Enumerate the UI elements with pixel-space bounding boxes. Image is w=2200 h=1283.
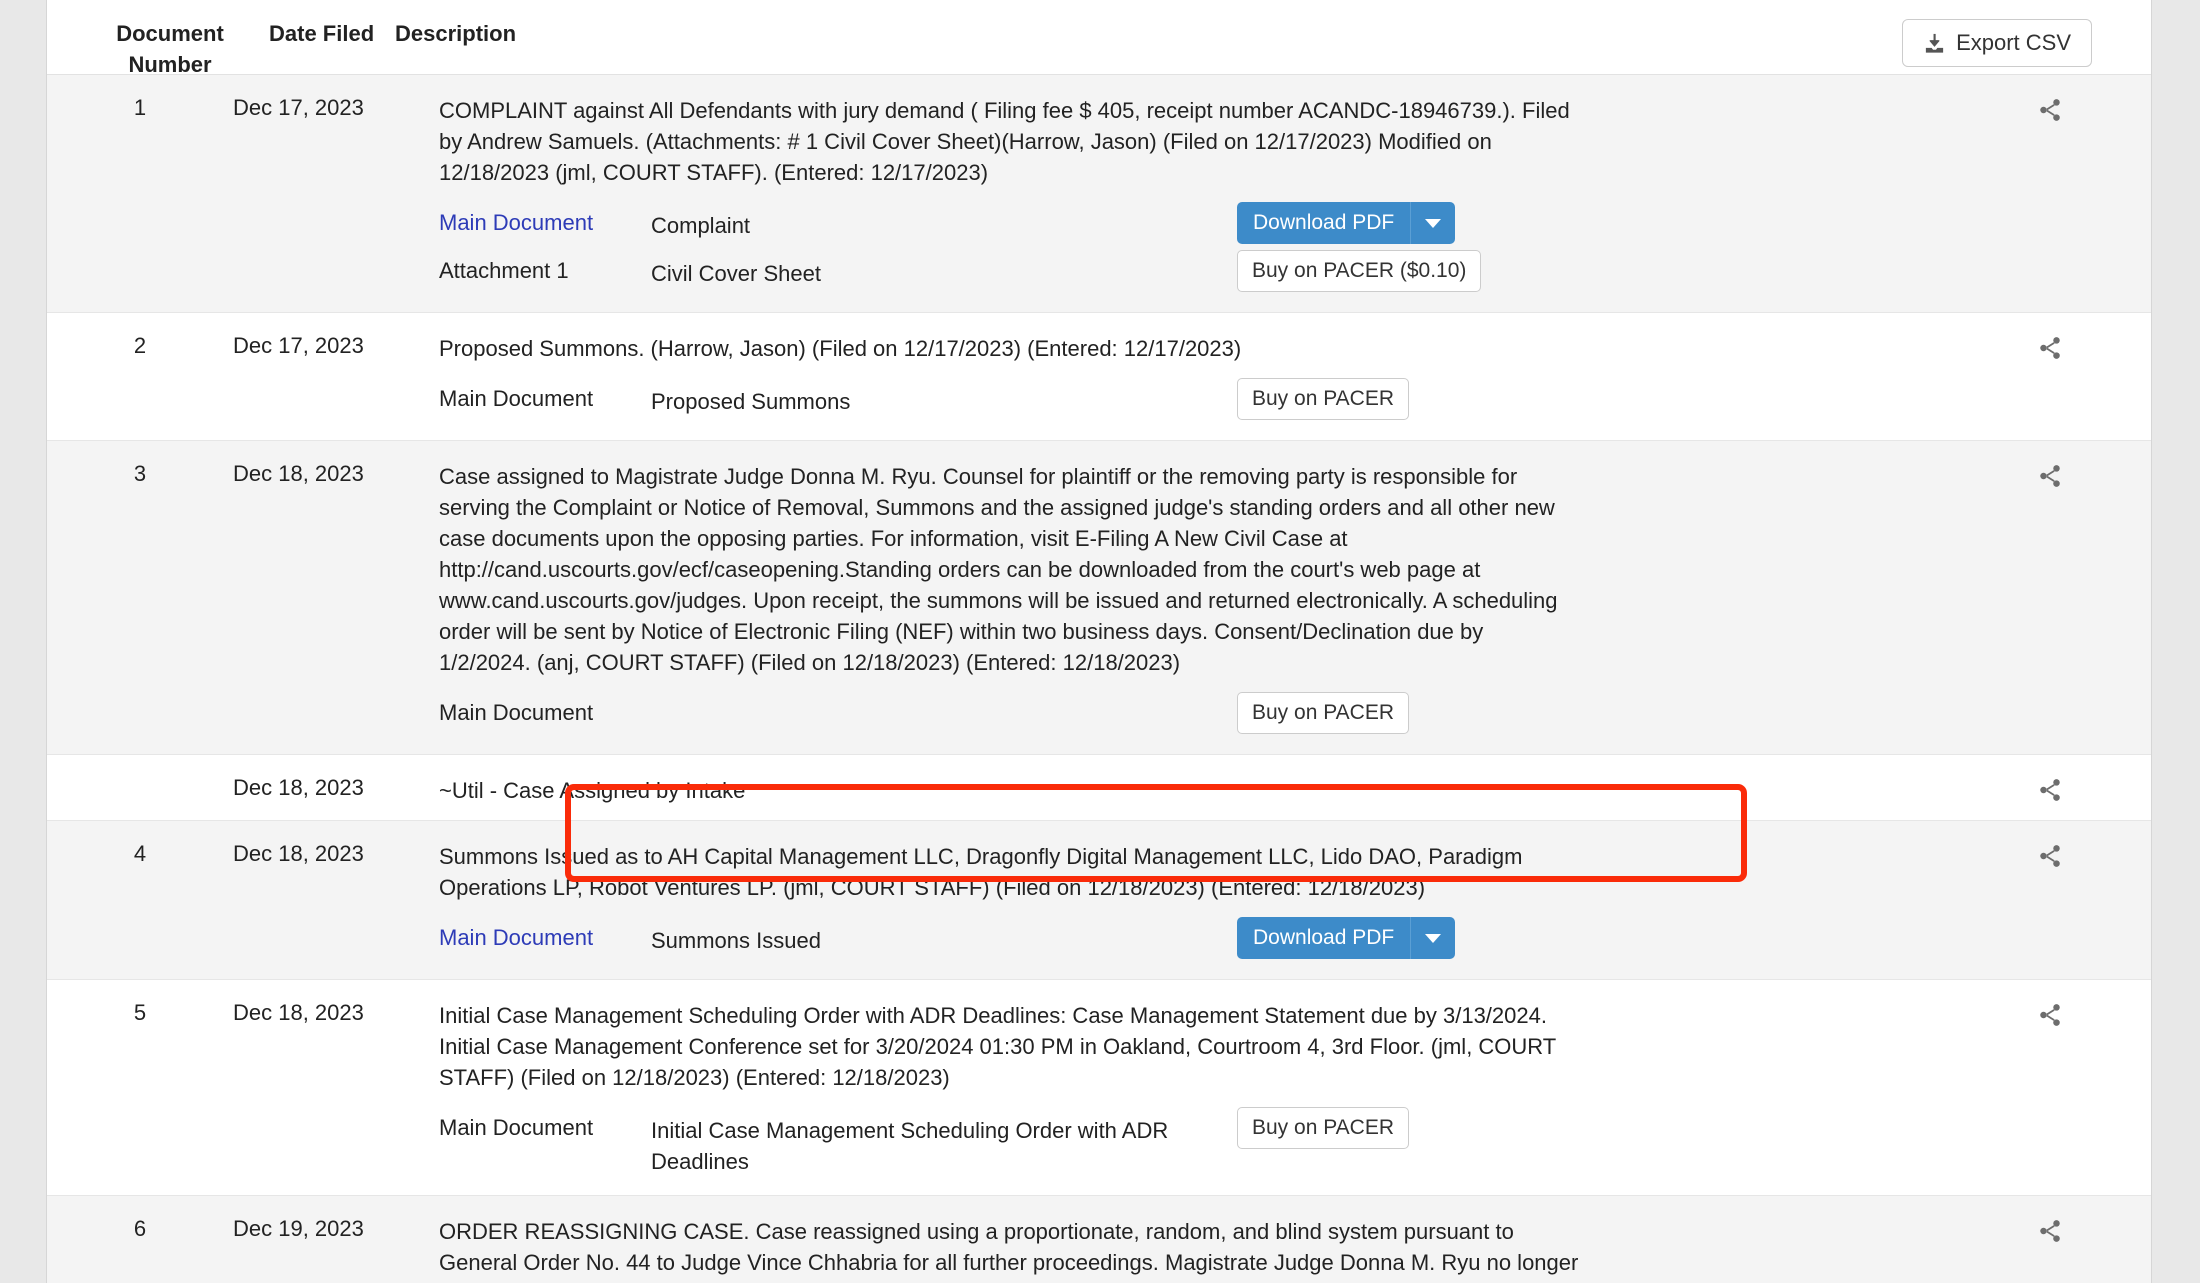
cell-document-number	[47, 755, 233, 820]
document-description-label: Initial Case Management Scheduling Order…	[651, 1118, 1169, 1174]
document-action-cell: Buy on PACER ($0.10)	[1231, 250, 1491, 292]
document-list: Main Document Initial Case Management Sch…	[439, 1107, 2037, 1177]
document-action-cell: Download PDF	[1231, 202, 1491, 244]
share-icon[interactable]	[2037, 779, 2063, 807]
table-row: 1 Dec 17, 2023 COMPLAINT against All Defen…	[47, 75, 2151, 313]
share-cell	[2037, 755, 2151, 820]
cell-date-filed: Dec 17, 2023	[233, 95, 364, 120]
cell-description: ~Util - Case Assigned by Intake	[439, 755, 2037, 820]
buy-on-pacer-button[interactable]: Buy on PACER	[1237, 692, 1410, 734]
document-name-label: Main Document	[439, 386, 594, 411]
document-description-label: Complaint	[651, 213, 751, 238]
description-text: Case assigned to Magistrate Judge Donna …	[439, 464, 1558, 675]
buy-on-pacer-button[interactable]: Buy on PACER ($0.10)	[1237, 250, 1482, 292]
document-action-cell: Buy on PACER	[1231, 692, 1491, 734]
description-text: ORDER REASSIGNING CASE. Case reassigned …	[439, 1219, 1579, 1283]
cell-date-filed: Dec 18, 2023	[233, 1000, 364, 1025]
document-list: Main Document Buy on PACER	[439, 692, 2037, 736]
share-cell	[2037, 441, 2151, 754]
document-action-cell: Buy on PACER	[1231, 378, 1491, 420]
share-cell	[2037, 75, 2151, 312]
table-header: Document Number Date Filed Description E…	[47, 0, 2151, 77]
docket-table-container: Document Number Date Filed Description E…	[46, 0, 2152, 1283]
document-list-item: Main Document Initial Case Management Sch…	[439, 1107, 2037, 1177]
cell-description: Case assigned to Magistrate Judge Donna …	[439, 441, 2037, 754]
share-icon[interactable]	[2037, 845, 2063, 873]
column-header-description: Description	[395, 21, 517, 46]
download-pdf-label: Download PDF	[1237, 917, 1412, 959]
cell-document-number: 1	[133, 95, 147, 120]
document-description-label: Summons Issued	[651, 928, 821, 953]
share-icon[interactable]	[2037, 1004, 2063, 1032]
cell-description: ORDER REASSIGNING CASE. Case reassigned …	[439, 1196, 2037, 1283]
share-cell	[2037, 821, 2151, 979]
cell-description: Summons Issued as to AH Capital Manageme…	[439, 821, 2037, 979]
download-pdf-button[interactable]: Download PDF	[1237, 917, 1456, 959]
docket-rows: 1 Dec 17, 2023 COMPLAINT against All Defen…	[47, 75, 2151, 1283]
download-pdf-button[interactable]: Download PDF	[1237, 202, 1456, 244]
document-description-label: Civil Cover Sheet	[651, 261, 821, 286]
table-row: 6 Dec 19, 2023 ORDER REASSIGNING CASE. Cas…	[47, 1196, 2151, 1283]
document-list-item: Main Document Proposed Summons Buy on PACE…	[439, 378, 2037, 422]
cell-document-number: 2	[133, 333, 147, 358]
description-text: Initial Case Management Scheduling Order…	[439, 1003, 1556, 1090]
cell-date-filed: Dec 17, 2023	[233, 333, 364, 358]
cell-description: Proposed Summons. (Harrow, Jason) (Filed…	[439, 313, 2037, 440]
buy-on-pacer-button[interactable]: Buy on PACER	[1237, 378, 1410, 420]
document-list: Main Document Summons Issued Download PDF	[439, 917, 2037, 961]
cell-description: Initial Case Management Scheduling Order…	[439, 980, 2037, 1195]
document-action-cell: Buy on PACER	[1231, 1107, 1491, 1149]
main-document-link[interactable]: Main Document	[439, 917, 651, 951]
description-text: COMPLAINT against All Defendants with ju…	[439, 98, 1570, 185]
share-cell	[2037, 980, 2151, 1195]
document-list-item: Main Document Summons Issued Download PDF	[439, 917, 2037, 961]
export-csv-button[interactable]: Export CSV	[1902, 19, 2092, 67]
table-row: 5 Dec 18, 2023 Initial Case Management Sch…	[47, 980, 2151, 1196]
document-action-cell: Download PDF	[1231, 917, 1491, 959]
share-cell	[2037, 1196, 2151, 1283]
document-name-label: Attachment 1	[439, 258, 569, 283]
document-list: Main Document Proposed Summons Buy on PACE…	[439, 378, 2037, 422]
table-row: 2 Dec 17, 2023 Proposed Summons. (Harrow, …	[47, 313, 2151, 441]
cell-document-number: 3	[133, 461, 147, 486]
document-name-label: Main Document	[439, 700, 594, 725]
document-description-label: Proposed Summons	[651, 389, 851, 414]
table-row: Dec 18, 2023 ~Util - Case Assigned by Int…	[47, 755, 2151, 821]
column-header-date-filed: Date Filed	[269, 21, 375, 46]
document-description-label	[651, 692, 1231, 700]
document-name-label: Main Document	[439, 1115, 594, 1140]
cell-document-number: 5	[133, 1000, 147, 1025]
chevron-down-icon[interactable]	[1411, 917, 1455, 959]
document-list-item: Main Document Buy on PACER	[439, 692, 2037, 736]
cell-document-number: 4	[133, 841, 147, 866]
cell-date-filed: Dec 18, 2023	[233, 841, 364, 866]
description-text: ~Util - Case Assigned by Intake	[439, 778, 746, 803]
cell-document-number: 6	[133, 1216, 147, 1241]
cell-date-filed: Dec 18, 2023	[233, 775, 364, 800]
document-list-item: Attachment 1 Civil Cover Sheet Buy on PACE…	[439, 250, 2037, 294]
cell-date-filed: Dec 18, 2023	[233, 461, 364, 486]
document-list-item: Main Document Complaint Download PDF	[439, 202, 2037, 246]
description-text: Summons Issued as to AH Capital Manageme…	[439, 844, 1523, 900]
share-icon[interactable]	[2037, 465, 2063, 493]
document-list: Main Document Complaint Download PDF Attach…	[439, 202, 2037, 294]
cell-description: COMPLAINT against All Defendants with ju…	[439, 75, 2037, 312]
chevron-down-icon[interactable]	[1411, 202, 1455, 244]
table-row: 3 Dec 18, 2023 Case assigned to Magistrate…	[47, 441, 2151, 755]
description-text: Proposed Summons. (Harrow, Jason) (Filed…	[439, 336, 1242, 361]
share-icon[interactable]	[2037, 337, 2063, 365]
cell-date-filed: Dec 19, 2023	[233, 1216, 364, 1241]
download-icon	[1923, 32, 1946, 55]
download-pdf-label: Download PDF	[1237, 202, 1412, 244]
table-row: 4 Dec 18, 2023 Summons Issued as to AH Cap…	[47, 821, 2151, 980]
share-icon[interactable]	[2037, 1220, 2063, 1248]
share-cell	[2037, 313, 2151, 440]
share-icon[interactable]	[2037, 99, 2063, 127]
main-document-link[interactable]: Main Document	[439, 202, 651, 236]
export-csv-label: Export CSV	[1956, 30, 2071, 55]
page-root: Document Number Date Filed Description E…	[0, 0, 2200, 1283]
column-header-document-number: Document Number	[116, 21, 224, 77]
buy-on-pacer-button[interactable]: Buy on PACER	[1237, 1107, 1410, 1149]
